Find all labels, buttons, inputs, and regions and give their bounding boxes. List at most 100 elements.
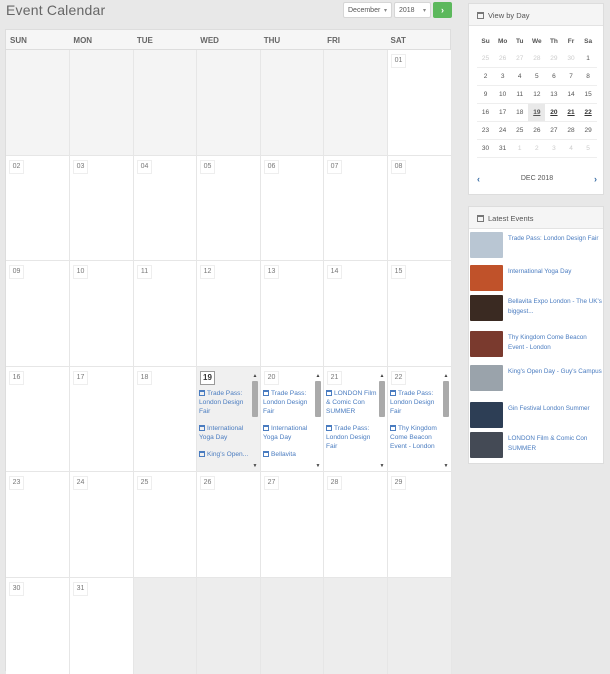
scrollbar[interactable]: ▲ ▼ <box>379 373 385 469</box>
day-cell[interactable]: 18 <box>134 366 197 472</box>
latest-event-item[interactable]: Gin Festival London Summer <box>470 402 604 432</box>
day-cell[interactable]: 11 <box>134 261 197 367</box>
mini-day[interactable]: 26 <box>494 50 511 67</box>
mini-day[interactable]: 18 <box>511 104 528 121</box>
chevron-right-icon[interactable]: › <box>594 175 597 184</box>
mini-day[interactable]: 11 <box>511 86 528 103</box>
day-cell[interactable]: 10 <box>70 261 134 367</box>
day-cell[interactable]: 21 LONDON Film & Comic Con SUMMER Trade Pa… <box>324 366 388 472</box>
mini-day[interactable]: 27 <box>511 50 528 67</box>
day-cell[interactable]: 20 Trade Pass: London Design Fair Internat… <box>261 366 324 472</box>
day-cell[interactable]: 14 <box>324 261 388 367</box>
latest-event-item[interactable]: Trade Pass: London Design Fair <box>470 232 604 262</box>
scroll-up-icon[interactable]: ▲ <box>379 373 385 379</box>
latest-event-title[interactable]: Trade Pass: London Design Fair <box>508 232 598 262</box>
next-month-button[interactable]: › <box>433 2 452 18</box>
scrollbar-thumb[interactable] <box>443 380 449 417</box>
mini-day[interactable]: 23 <box>477 122 494 139</box>
day-cell[interactable]: 02 <box>6 155 70 261</box>
latest-event-title[interactable]: Gin Festival London Summer <box>508 402 590 432</box>
day-cell[interactable]: 04 <box>134 155 197 261</box>
mini-day[interactable]: 4 <box>511 68 528 85</box>
mini-day[interactable]: 8 <box>580 68 597 85</box>
mini-day[interactable]: 27 <box>545 122 562 139</box>
scroll-down-icon[interactable]: ▼ <box>252 463 258 469</box>
mini-day[interactable]: 28 <box>562 122 579 139</box>
scrollbar-thumb[interactable] <box>379 380 385 417</box>
day-cell[interactable]: 31 <box>70 577 134 674</box>
mini-day[interactable]: 28 <box>528 50 545 67</box>
mini-day[interactable]: 29 <box>580 122 597 139</box>
latest-event-title[interactable]: LONDON Film & Comic Con SUMMER <box>508 432 604 462</box>
mini-day[interactable]: 22 <box>580 104 597 116</box>
scroll-up-icon[interactable]: ▲ <box>252 373 258 379</box>
mini-day[interactable]: 3 <box>494 68 511 85</box>
latest-event-item[interactable]: King's Open Day - Guy's Campus <box>470 365 604 395</box>
day-cell[interactable]: 12 <box>197 261 261 367</box>
latest-event-title[interactable]: Bellavita Expo London - The UK's biggest… <box>508 295 604 325</box>
mini-day[interactable]: 26 <box>528 122 545 139</box>
day-cell[interactable]: 29 <box>388 472 452 578</box>
mini-day[interactable]: 1 <box>580 50 597 67</box>
day-cell[interactable]: 07 <box>324 155 388 261</box>
mini-day[interactable]: 7 <box>562 68 579 85</box>
scroll-down-icon[interactable]: ▼ <box>315 463 321 469</box>
latest-event-title[interactable]: Thy Kingdom Come Beacon Event - London <box>508 331 604 361</box>
mini-day[interactable]: 24 <box>494 122 511 139</box>
chevron-left-icon[interactable]: ‹ <box>477 175 480 184</box>
mini-day[interactable]: 30 <box>562 50 579 67</box>
day-cell[interactable]: 06 <box>261 155 324 261</box>
day-cell[interactable]: 17 <box>70 366 134 472</box>
mini-day[interactable]: 14 <box>562 86 579 103</box>
day-cell[interactable]: 01 <box>388 50 452 156</box>
calendar-event[interactable]: LONDON Film & Comic Con SUMMER <box>326 389 377 416</box>
mini-day[interactable]: 25 <box>511 122 528 139</box>
mini-day[interactable]: 6 <box>545 68 562 85</box>
mini-day[interactable]: 3 <box>545 140 562 157</box>
latest-event-item[interactable]: International Yoga Day <box>470 265 604 295</box>
calendar-event[interactable]: King's Open... <box>199 450 250 459</box>
latest-event-item[interactable]: LONDON Film & Comic Con SUMMER <box>470 432 604 462</box>
scroll-up-icon[interactable]: ▲ <box>315 373 321 379</box>
latest-event-item[interactable]: Thy Kingdom Come Beacon Event - London <box>470 331 604 361</box>
mini-day[interactable]: 12 <box>528 86 545 103</box>
day-cell[interactable]: 13 <box>261 261 324 367</box>
mini-day[interactable]: 9 <box>477 86 494 103</box>
mini-day[interactable]: 5 <box>528 68 545 85</box>
mini-day[interactable]: 15 <box>580 86 597 103</box>
day-cell[interactable]: 30 <box>6 577 70 674</box>
day-cell[interactable]: 16 <box>6 366 70 472</box>
day-cell[interactable]: 15 <box>388 261 452 367</box>
day-cell[interactable]: 22 Trade Pass: London Design Fair Thy King… <box>388 366 452 472</box>
year-select[interactable]: 2018 ▾ <box>394 2 431 18</box>
calendar-event[interactable]: International Yoga Day <box>263 424 313 442</box>
calendar-event[interactable]: Trade Pass: London Design Fair <box>390 389 441 416</box>
day-cell[interactable]: 23 <box>6 472 70 578</box>
calendar-event[interactable]: Trade Pass: London Design Fair <box>199 389 250 416</box>
mini-day[interactable]: 4 <box>562 140 579 157</box>
calendar-event[interactable]: Trade Pass: London Design Fair <box>326 424 377 451</box>
scrollbar[interactable]: ▲ ▼ <box>315 373 321 469</box>
mini-day[interactable]: 10 <box>494 86 511 103</box>
mini-day[interactable]: 31 <box>494 140 511 157</box>
calendar-event[interactable]: Trade Pass: London Design Fair <box>263 389 313 416</box>
day-cell[interactable]: 26 <box>197 472 261 578</box>
mini-day[interactable]: 1 <box>511 140 528 157</box>
day-cell[interactable]: 19 Trade Pass: London Design Fair Internat… <box>197 366 261 472</box>
mini-day[interactable]: 30 <box>477 140 494 157</box>
mini-day[interactable]: 29 <box>545 50 562 67</box>
mini-day[interactable]: 20 <box>545 104 562 116</box>
scrollbar[interactable]: ▲ ▼ <box>443 373 449 469</box>
latest-event-title[interactable]: International Yoga Day <box>508 265 571 295</box>
mini-day[interactable]: 19 <box>528 104 546 121</box>
mini-day[interactable]: 5 <box>580 140 597 157</box>
month-select[interactable]: December ▾ <box>343 2 392 18</box>
day-cell[interactable]: 03 <box>70 155 134 261</box>
scroll-down-icon[interactable]: ▼ <box>379 463 385 469</box>
day-cell[interactable]: 25 <box>134 472 197 578</box>
day-cell[interactable]: 08 <box>388 155 452 261</box>
latest-event-title[interactable]: King's Open Day - Guy's Campus <box>508 365 602 395</box>
calendar-event[interactable]: Bellavita <box>263 450 313 459</box>
day-cell[interactable]: 05 <box>197 155 261 261</box>
mini-day[interactable]: 25 <box>477 50 494 67</box>
